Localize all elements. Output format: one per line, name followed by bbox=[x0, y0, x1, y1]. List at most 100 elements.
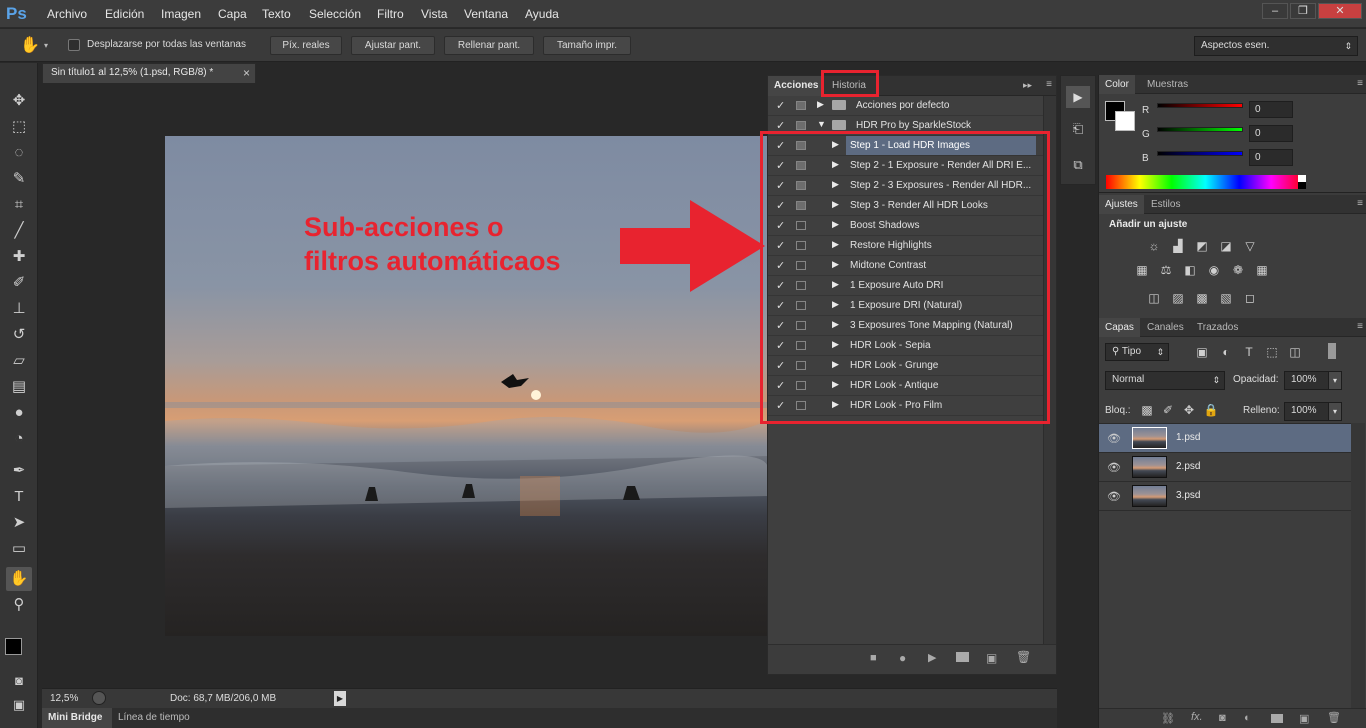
lasso-tool-icon[interactable]: ◌ bbox=[6, 141, 32, 165]
channel-mixer-icon[interactable]: ❁ bbox=[1230, 263, 1246, 277]
invert-icon[interactable]: ◫ bbox=[1146, 291, 1162, 305]
shape-tool-icon[interactable]: ▭ bbox=[6, 537, 32, 561]
marquee-tool-icon[interactable]: ⬚ bbox=[6, 115, 32, 139]
scroll-all-checkbox[interactable] bbox=[68, 39, 80, 51]
expanded-triangle-icon[interactable]: ▼ bbox=[817, 119, 826, 129]
selective-color-icon[interactable]: ◻ bbox=[1242, 291, 1258, 305]
visibility-eye-icon[interactable]: 👁 bbox=[1107, 490, 1121, 503]
menu-texto[interactable]: Texto bbox=[262, 7, 291, 21]
levels-icon[interactable]: ▟ bbox=[1170, 239, 1186, 253]
type-tool-icon[interactable]: T bbox=[6, 485, 32, 509]
panel-menu-icon[interactable]: ≡ bbox=[1046, 79, 1052, 90]
background-color-swatch[interactable] bbox=[1115, 111, 1135, 131]
zoom-level[interactable]: 12,5% bbox=[50, 693, 78, 704]
tab-canales[interactable]: Canales bbox=[1141, 318, 1190, 337]
filter-shape-icon[interactable]: ⬚ bbox=[1264, 345, 1280, 359]
hand-tool-icon[interactable]: ✋ bbox=[6, 567, 32, 591]
screen-mode-icon[interactable]: ▣ bbox=[6, 693, 32, 717]
restore-button[interactable]: ❐ bbox=[1290, 3, 1316, 19]
dialog-toggle[interactable] bbox=[796, 101, 806, 110]
lock-all-icon[interactable]: 🔒 bbox=[1203, 403, 1219, 417]
collapse-icon[interactable]: ▸▸ bbox=[1023, 80, 1032, 91]
menu-ayuda[interactable]: Ayuda bbox=[525, 7, 559, 21]
panel-menu-icon[interactable]: ≡ bbox=[1357, 198, 1363, 209]
panel-menu-icon[interactable]: ≡ bbox=[1357, 321, 1363, 332]
print-size-button[interactable]: Tamaño impr. bbox=[543, 36, 631, 55]
fx-icon[interactable]: fx. bbox=[1191, 711, 1203, 723]
layer-row[interactable]: 👁 2.psd bbox=[1099, 453, 1351, 482]
new-action-icon[interactable]: ▣ bbox=[986, 651, 997, 665]
stop-icon[interactable]: ■ bbox=[870, 652, 877, 664]
visibility-eye-icon[interactable]: 👁 bbox=[1107, 461, 1121, 474]
pen-tool-icon[interactable]: ✒ bbox=[6, 459, 32, 483]
action-set-row[interactable]: ✓ ▶ Acciones por defecto bbox=[768, 96, 1043, 116]
green-value-input[interactable]: 0 bbox=[1249, 125, 1293, 142]
menu-filtro[interactable]: Filtro bbox=[377, 7, 404, 21]
fill-screen-button[interactable]: Rellenar pant. bbox=[444, 36, 534, 55]
document-tab[interactable]: Sin título1 al 12,5% (1.psd, RGB/8) * × bbox=[42, 63, 256, 83]
menu-archivo[interactable]: Archivo bbox=[47, 7, 87, 21]
tab-estilos[interactable]: Estilos bbox=[1145, 195, 1186, 214]
menu-imagen[interactable]: Imagen bbox=[161, 7, 201, 21]
vibrance-icon[interactable]: ▽ bbox=[1242, 239, 1258, 253]
gradient-map-icon[interactable]: ▧ bbox=[1218, 291, 1234, 305]
hand-tool-icon[interactable]: ✋ bbox=[20, 35, 40, 55]
photo-filter-icon[interactable]: ◉ bbox=[1206, 263, 1222, 277]
stamp-tool-icon[interactable]: ⊥ bbox=[6, 297, 32, 321]
layers-scrollbar[interactable] bbox=[1351, 423, 1365, 723]
exposure-icon[interactable]: ◪ bbox=[1218, 239, 1234, 253]
link-icon[interactable]: ⛓ bbox=[1161, 712, 1175, 725]
blur-tool-icon[interactable]: ● bbox=[6, 401, 32, 425]
trash-icon[interactable]: 🗑 bbox=[1327, 711, 1341, 724]
actual-pixels-button[interactable]: Píx. reales bbox=[270, 36, 342, 55]
quick-selection-icon[interactable]: ✎ bbox=[6, 167, 32, 191]
crop-tool-icon[interactable]: ⌗ bbox=[6, 193, 32, 217]
checkmark-icon[interactable]: ✓ bbox=[776, 99, 785, 112]
workspace-select[interactable]: Aspectos esen. ⇕ bbox=[1194, 36, 1358, 56]
foreground-color-swatch[interactable] bbox=[5, 638, 22, 655]
black-white-ramp[interactable] bbox=[1298, 175, 1306, 189]
layer-filter-select[interactable]: ⚲ Tipo ⇕ bbox=[1105, 343, 1169, 361]
history-panel-icon[interactable]: ⎗ bbox=[1066, 118, 1090, 140]
new-set-icon[interactable] bbox=[956, 652, 969, 662]
tab-timeline[interactable]: Línea de tiempo bbox=[118, 708, 190, 728]
chevron-down-icon[interactable]: ▾ bbox=[1328, 402, 1342, 421]
tab-mini-bridge[interactable]: Mini Bridge bbox=[42, 708, 112, 728]
tab-color[interactable]: Color bbox=[1099, 75, 1135, 94]
history-brush-icon[interactable]: ↺ bbox=[6, 323, 32, 347]
chevron-down-icon[interactable]: ▾ bbox=[1328, 371, 1342, 390]
path-selection-icon[interactable]: ➤ bbox=[6, 511, 32, 535]
layer-row[interactable]: 👁 1.psd bbox=[1099, 424, 1351, 453]
layer-row[interactable]: 👁 3.psd bbox=[1099, 482, 1351, 511]
trash-icon[interactable]: 🗑 bbox=[1016, 650, 1031, 664]
new-layer-icon[interactable]: ▣ bbox=[1299, 712, 1309, 725]
status-info-icon[interactable] bbox=[92, 691, 106, 705]
dialog-toggle[interactable] bbox=[796, 121, 806, 130]
blue-value-input[interactable]: 0 bbox=[1249, 149, 1293, 166]
filter-toggle[interactable] bbox=[1328, 343, 1336, 359]
filter-pixel-icon[interactable]: ▣ bbox=[1194, 345, 1210, 359]
move-tool-icon[interactable]: ✥ bbox=[6, 89, 32, 113]
group-icon[interactable] bbox=[1271, 714, 1283, 723]
zoom-tool-icon[interactable]: ⚲ bbox=[6, 593, 32, 617]
green-slider[interactable] bbox=[1157, 127, 1243, 132]
blue-slider[interactable] bbox=[1157, 151, 1243, 156]
opacity-input[interactable]: 100% bbox=[1284, 371, 1329, 390]
close-tab-icon[interactable]: × bbox=[243, 66, 250, 80]
tab-ajustes[interactable]: Ajustes bbox=[1099, 195, 1144, 214]
menu-capa[interactable]: Capa bbox=[218, 7, 247, 21]
lock-pixels-icon[interactable]: ✐ bbox=[1160, 403, 1176, 417]
filter-adjustment-icon[interactable]: ◐ bbox=[1218, 345, 1234, 359]
color-spectrum-bar[interactable] bbox=[1106, 175, 1305, 189]
visibility-eye-icon[interactable]: 👁 bbox=[1107, 432, 1121, 445]
menu-seleccion[interactable]: Selección bbox=[309, 7, 361, 21]
posterize-icon[interactable]: ▨ bbox=[1170, 291, 1186, 305]
adjustment-icon[interactable]: ◐ bbox=[1244, 712, 1251, 724]
play-icon[interactable]: ▶ bbox=[928, 651, 936, 664]
record-icon[interactable]: ● bbox=[899, 651, 906, 665]
tab-capas[interactable]: Capas bbox=[1099, 318, 1140, 337]
curves-icon[interactable]: ◩ bbox=[1194, 239, 1210, 253]
status-menu-arrow-icon[interactable]: ▶ bbox=[334, 691, 346, 706]
menu-vista[interactable]: Vista bbox=[421, 7, 447, 21]
fill-input[interactable]: 100% bbox=[1284, 402, 1329, 421]
